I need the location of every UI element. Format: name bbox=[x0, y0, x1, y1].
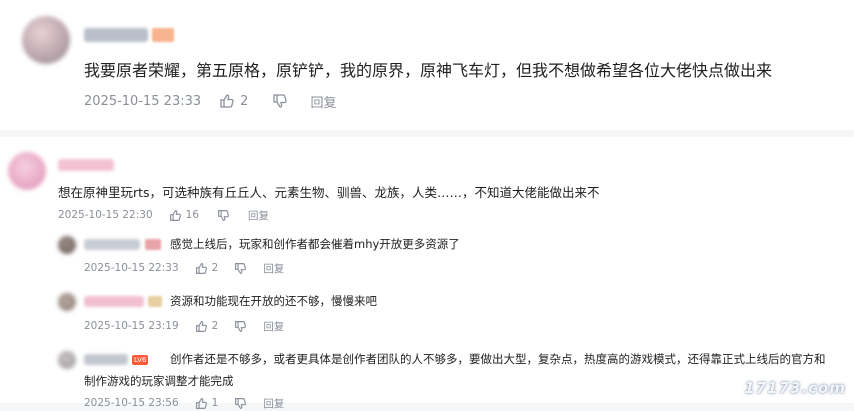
dislike-button[interactable] bbox=[217, 209, 230, 222]
username-blurred[interactable] bbox=[84, 28, 148, 42]
username-blurred[interactable] bbox=[58, 159, 114, 171]
reply-button[interactable]: 回复 bbox=[263, 261, 284, 276]
username-blurred[interactable] bbox=[84, 296, 144, 307]
thumbs-up-icon bbox=[195, 320, 208, 333]
reply-time: 2025-10-15 23:56 bbox=[84, 397, 179, 409]
reply-button[interactable]: 回复 bbox=[248, 208, 269, 223]
thumbs-down-icon bbox=[217, 209, 230, 222]
avatar[interactable] bbox=[58, 351, 76, 369]
watermark-logo: 17173.com bbox=[744, 379, 846, 397]
user-badge bbox=[148, 296, 162, 307]
reply-time: 2025-10-15 23:19 bbox=[84, 320, 179, 332]
dislike-button[interactable] bbox=[234, 262, 247, 275]
like-button[interactable]: 2 bbox=[219, 93, 248, 109]
reply-button[interactable]: 回复 bbox=[263, 396, 284, 411]
user-badge bbox=[145, 239, 161, 250]
thumbs-down-icon bbox=[234, 262, 247, 275]
comment-text: 想在原神里玩rts，可选种族有丘丘人、元素生物、驯兽、龙族，人类……，不知道大佬… bbox=[58, 185, 600, 200]
reply-text: 感觉上线后，玩家和创作者都会催着mhy开放更多资源了 bbox=[170, 237, 460, 251]
thumbs-up-icon bbox=[195, 397, 208, 410]
like-button[interactable]: 2 bbox=[195, 262, 219, 275]
reply-button[interactable]: 回复 bbox=[263, 319, 284, 334]
comment-meta: 2025-10-15 22:30 16 回复 bbox=[58, 207, 269, 223]
top-comment-card: 我要原者荣耀，第五原格，原铲铲，我的原界，原神飞车灯，但我不想做希望各位大佬快点… bbox=[0, 0, 854, 130]
reply-meta: 2025-10-15 23:19 2 回复 bbox=[84, 318, 284, 334]
like-count: 2 bbox=[240, 93, 249, 109]
thumbs-down-icon bbox=[272, 93, 288, 109]
thumbs-up-icon bbox=[195, 262, 208, 275]
level-badge: LV6 bbox=[132, 355, 149, 365]
thumbs-up-icon bbox=[169, 209, 182, 222]
like-button[interactable]: 2 bbox=[195, 320, 219, 333]
comment-time: 2025-10-15 22:30 bbox=[58, 209, 153, 221]
like-button[interactable]: 16 bbox=[169, 209, 199, 222]
like-count: 16 bbox=[185, 209, 199, 221]
avatar[interactable] bbox=[58, 236, 76, 254]
dislike-button[interactable] bbox=[272, 93, 288, 109]
like-count: 2 bbox=[211, 262, 219, 274]
reply-time: 2025-10-15 22:33 bbox=[84, 262, 179, 274]
avatar[interactable] bbox=[58, 293, 76, 311]
reply-text-line-1: 创作者还是不够多，或者更具体是创作者团队的人不够多，要做出大型，复杂点，热度高的… bbox=[170, 352, 826, 366]
user-badge bbox=[152, 28, 174, 42]
username-blurred[interactable] bbox=[84, 354, 128, 365]
reply-text-line-2: 制作游戏的玩家调整才能完成 bbox=[84, 374, 234, 388]
reply-text: 资源和功能现在开放的还不够，慢慢来吧 bbox=[170, 294, 377, 308]
username-blurred[interactable] bbox=[84, 239, 140, 250]
comment-thread: 想在原神里玩rts，可选种族有丘丘人、元素生物、驯兽、龙族，人类……，不知道大佬… bbox=[0, 137, 854, 410]
reply-meta: 2025-10-15 23:56 1 回复 bbox=[84, 395, 284, 411]
comment-time: 2025-10-15 23:33 bbox=[84, 93, 202, 109]
like-count: 2 bbox=[211, 320, 219, 332]
comment-meta: 2025-10-15 23:33 2 回复 bbox=[84, 92, 336, 111]
reply-meta: 2025-10-15 22:33 2 回复 bbox=[84, 260, 284, 276]
dislike-button[interactable] bbox=[234, 320, 247, 333]
dislike-button[interactable] bbox=[234, 397, 247, 410]
comment-text: 我要原者荣耀，第五原格，原铲铲，我的原界，原神飞车灯，但我不想做希望各位大佬快点… bbox=[84, 61, 773, 80]
like-count: 1 bbox=[211, 397, 219, 409]
reply-button[interactable]: 回复 bbox=[310, 92, 336, 111]
thumbs-up-icon bbox=[219, 93, 235, 109]
like-button[interactable]: 1 bbox=[195, 397, 219, 410]
avatar[interactable] bbox=[8, 152, 46, 190]
thumbs-down-icon bbox=[234, 397, 247, 410]
thumbs-down-icon bbox=[234, 320, 247, 333]
avatar[interactable] bbox=[22, 16, 70, 64]
